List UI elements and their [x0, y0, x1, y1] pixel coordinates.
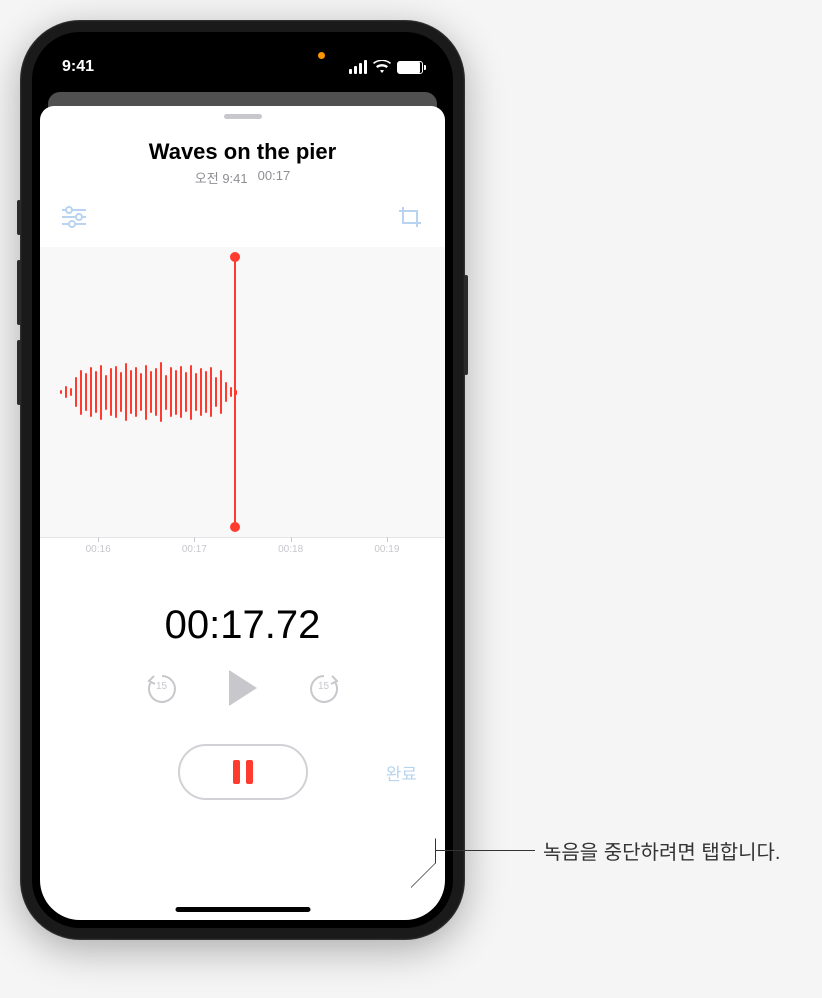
- home-indicator[interactable]: [175, 907, 310, 912]
- skip-back-label: 15: [145, 681, 179, 692]
- recording-duration: 00:17: [258, 168, 291, 187]
- phone-frame: 9:41 Waves on the pier 오: [20, 20, 465, 940]
- done-button[interactable]: 완료: [386, 760, 417, 785]
- ruler-tick: 00:19: [374, 544, 399, 555]
- battery-icon: [397, 61, 423, 74]
- skip-back-15-button[interactable]: 15: [145, 671, 179, 705]
- elapsed-time: 00:17.72: [40, 603, 445, 648]
- status-time: 9:41: [62, 58, 94, 76]
- screen: 9:41 Waves on the pier 오: [32, 32, 453, 928]
- volume-up-button: [17, 260, 21, 325]
- settings-sliders-icon[interactable]: [60, 205, 88, 229]
- dynamic-island: [183, 46, 303, 80]
- waveform-display[interactable]: [40, 247, 445, 537]
- side-button: [17, 200, 21, 235]
- callout-text: 녹음을 중단하려면 탭합니다.: [543, 836, 780, 865]
- ruler-tick: 00:18: [278, 544, 303, 555]
- ruler-tick: 00:16: [86, 544, 111, 555]
- pause-recording-button[interactable]: [178, 744, 308, 800]
- volume-down-button: [17, 340, 21, 405]
- skip-forward-label: 15: [307, 681, 341, 692]
- power-button: [464, 275, 468, 375]
- recording-time: 오전 9:41: [195, 168, 248, 187]
- sheet-grabber[interactable]: [224, 114, 262, 119]
- recording-sheet: Waves on the pier 오전 9:41 00:17: [40, 106, 445, 920]
- time-ruler: 00:16 00:17 00:18 00:19: [40, 537, 445, 561]
- recording-title[interactable]: Waves on the pier: [40, 139, 445, 165]
- playhead-indicator[interactable]: [234, 257, 236, 527]
- skip-forward-15-button[interactable]: 15: [307, 671, 341, 705]
- crop-icon[interactable]: [397, 205, 425, 229]
- wifi-icon: [373, 60, 391, 74]
- cellular-signal-icon: [349, 60, 367, 74]
- pause-icon: [233, 760, 253, 784]
- callout-line: [435, 850, 535, 851]
- play-button[interactable]: [229, 670, 257, 706]
- ruler-tick: 00:17: [182, 544, 207, 555]
- recording-subtitle: 오전 9:41 00:17: [40, 168, 445, 187]
- callout-annotation: 녹음을 중단하려면 탭합니다.: [435, 836, 780, 865]
- waveform-bars: [40, 362, 237, 422]
